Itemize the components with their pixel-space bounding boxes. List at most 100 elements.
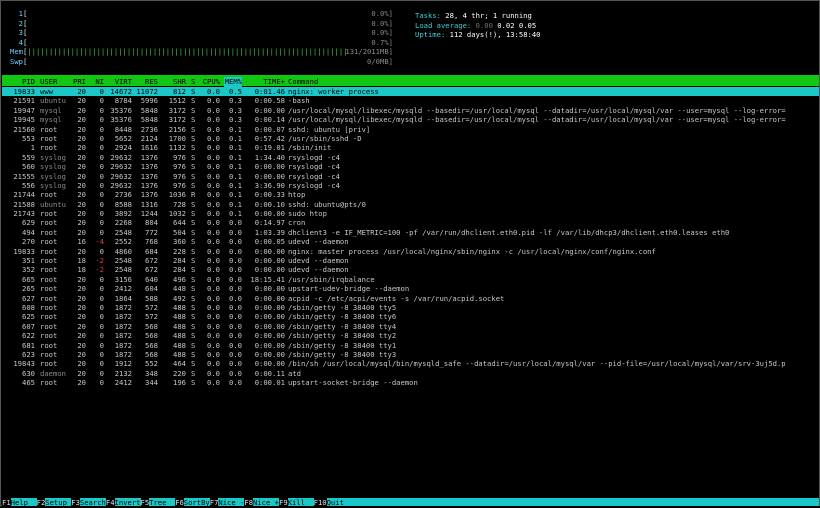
meter-open-bracket: [ [23,28,28,37]
function-key-label[interactable]: Tree [149,498,175,508]
cell-time: 0:00.10 [254,199,285,209]
function-key-f2[interactable]: F2 [36,498,46,508]
table-row[interactable]: 270 root 16 -4 2552 768 360 S 0.0 0.0 0:00.05 udevd… [2,237,819,246]
table-row[interactable]: 553 root 20 0 5652 2124 1700 S 0.0 0.1 0:57.42/usr… [2,134,819,143]
table-row[interactable]: 494 root 20 0 2548 772 504 S 0.0 0.0 1:03.39 dhclie… [2,228,819,237]
cell-user: syslog [40,171,66,181]
function-key-f9[interactable]: F9 [279,498,288,508]
cell-ni: 0 [99,302,104,312]
table-row[interactable]: 19833 root 20 0 4860 684 228 S 0.0 0.0 0:00.00 ngin… [2,247,819,256]
column-state[interactable]: S [191,77,195,87]
function-key-f5[interactable]: F5 [140,498,150,508]
table-row[interactable]: 21560 root 20 0 8448 2736 2156 S 0.0 0.1 0:00.07 ss… [2,125,819,134]
table-row[interactable]: 19843 root 20 0 1912 552 464 S 0.0 0.0 0:00.00/bin… [2,359,819,368]
function-key-label[interactable]: Kill [288,498,314,508]
column-time[interactable]: TIME+ [248,77,285,87]
cell-user: root [40,274,58,284]
cell-pri: 20 [77,171,86,181]
cell-cmd: nginx: worker process [288,87,379,96]
cell-s: S [191,171,196,181]
cell-pri: 16 [77,237,86,247]
cell-cpu: 0.0 [207,105,220,115]
column-cpu[interactable]: CPU% [198,77,220,87]
tasks-line: Tasks: 28, 4 thr; 1 running [415,11,532,20]
cell-ni: 0 [99,87,104,96]
table-row[interactable]: 21743 root 20 0 3892 1244 1032 S 0.0 0.1 0:00.00 su… [2,209,819,218]
cell-virt: 2268 [114,218,132,228]
function-key-label[interactable]: Help [11,498,37,508]
cell-cpu: 0.0 [207,152,220,162]
cell-virt: 35376 [110,105,132,115]
cell-time: 0:00.00 [254,209,285,219]
cell-pid: 607 [22,321,35,331]
table-row[interactable]: 665 root 20 0 3156 640 496 S 0.0 0.0 18:15.41/usr/… [2,275,819,284]
table-row[interactable]: 560 syslog 20 0 29632 1376 976 S 0.0 0.1 0:00.00 rs… [2,162,819,171]
function-key-label[interactable]: Nice + [253,498,279,508]
meter-row: 2[0.0%] [5,19,405,29]
table-row[interactable]: 19947 mysql 20 0 35376 5848 3172 S 0.0 0.3 0:00.00… [2,106,819,115]
function-key-label[interactable]: SortBy [184,498,210,508]
table-row[interactable]: 351 root 18 -2 2548 672 284 S 0.0 0.0 0:00.00 udevd… [2,256,819,265]
table-row[interactable]: 607 root 20 0 1872 568 488 S 0.0 0.0 0:00.00/sbin/… [2,322,819,331]
function-key-f8[interactable]: F8 [244,498,254,508]
column-shr[interactable]: SHR [162,77,186,87]
table-row[interactable]: 21588 ubuntu 20 0 8588 1316 728 S 0.0 0.1 0:00.10 s… [2,200,819,209]
column-res[interactable]: RES [134,77,158,87]
table-row[interactable]: 1 root 20 0 2924 1616 1132 S 0.0 0.1 0:19.01/sbin/… [2,143,819,152]
column-pid[interactable]: PID [2,77,35,87]
function-key-f6[interactable]: F6 [175,498,184,508]
cell-user: mysql [40,115,62,125]
cell-mem: 0.0 [229,340,242,350]
function-key-label[interactable]: Search [80,498,106,508]
cell-user: root [40,284,58,294]
table-row[interactable]: 556 syslog 20 0 29632 1376 976 S 0.0 0.1 3:36.90 rs… [2,181,819,190]
table-row[interactable]: 21555 syslog 20 0 29632 1376 976 S 0.0 0.1 0:00.00… [2,172,819,181]
cell-res: 572 [145,312,158,322]
cell-mem: 0.1 [229,124,242,134]
cell-res: 11072 [136,87,158,96]
cell-cmd: cron [288,218,306,228]
table-row[interactable]: 352 root 18 -2 2548 672 284 S 0.0 0.0 0:00.00 udevd… [2,265,819,274]
column-pri[interactable]: PRI [68,77,86,87]
table-row[interactable]: 623 root 20 0 1872 568 488 S 0.0 0.0 0:00.00/sbin/… [2,350,819,359]
column-command[interactable]: Command [288,77,318,87]
function-key-f3[interactable]: F3 [71,498,80,508]
cell-pri: 20 [77,321,86,331]
table-row[interactable]: 627 root 20 0 1864 588 492 S 0.0 0.0 0:00.00 acpid … [2,294,819,303]
cell-ni: 0 [99,199,104,209]
function-key-f7[interactable]: F7 [209,498,219,508]
table-row[interactable]: 629 root 20 0 2268 804 644 S 0.0 0.0 0:14.97 cron [2,218,819,227]
table-row[interactable]: 681 root 20 0 1872 568 488 S 0.0 0.0 0:00.00/sbin/… [2,341,819,350]
table-row[interactable]: 19945 mysql 20 0 35376 5848 3172 S 0.0 0.3 0:00.14… [2,115,819,124]
cell-cpu: 0.0 [207,246,220,256]
cell-ni: 0 [99,152,104,162]
function-key-f1[interactable]: F1 [2,498,11,508]
cell-ni: -2 [95,256,104,266]
table-row[interactable]: 265 root 20 0 2412 604 448 S 0.0 0.0 0:00.00 upstar… [2,284,819,293]
table-row-selected[interactable]: 19833 www 20 0 14672 11072 812 S 0.0 0.5 0:01.46 ng… [2,87,819,97]
function-key-f4[interactable]: F4 [105,498,115,508]
cell-pri: 20 [77,368,86,378]
table-row[interactable]: 465 root 20 0 2412 344 196 S 0.0 0.0 0:00.01 upstar… [2,378,819,387]
meter-label: 4 [18,37,23,47]
table-row[interactable]: 630 daemon 20 0 2132 348 220 S 0.0 0.0 0:00.11 atd [2,369,819,378]
column-mem-sorted[interactable]: MEM% [224,77,242,87]
function-key-label[interactable]: Quit [327,498,353,508]
function-key-label[interactable]: Setup [45,498,71,508]
table-row[interactable]: 559 syslog 20 0 29632 1376 976 S 0.0 0.1 1:34.40 rs… [2,153,819,162]
table-row[interactable]: 608 root 20 0 1872 572 488 S 0.0 0.0 0:00.00/sbin/… [2,303,819,312]
function-key-f10[interactable]: F10 [313,498,327,508]
cell-res: 672 [145,265,158,275]
table-row[interactable]: 625 root 20 0 1872 572 488 S 0.0 0.0 0:00.00/sbin/… [2,312,819,321]
table-row[interactable]: 622 root 20 0 1872 568 488 S 0.0 0.0 0:00.00/sbin/… [2,331,819,340]
cell-user: root [40,133,58,143]
function-key-label[interactable]: Nice - [218,498,244,508]
cell-pri: 20 [77,143,86,153]
table-row[interactable]: 21591 ubuntu 20 0 8784 5996 1512 S 0.0 0.3 0:00.58… [2,96,819,105]
column-virt[interactable]: VIRT [106,77,132,87]
function-key-label[interactable]: Invert [115,498,141,508]
table-row[interactable]: 21744 root 20 0 2736 1376 1036 R 0.0 0.1 0:00.33 ht… [2,190,819,199]
column-user[interactable]: USER [40,77,57,87]
cell-pid: 19843 [13,359,35,369]
column-ni[interactable]: NI [90,77,104,87]
